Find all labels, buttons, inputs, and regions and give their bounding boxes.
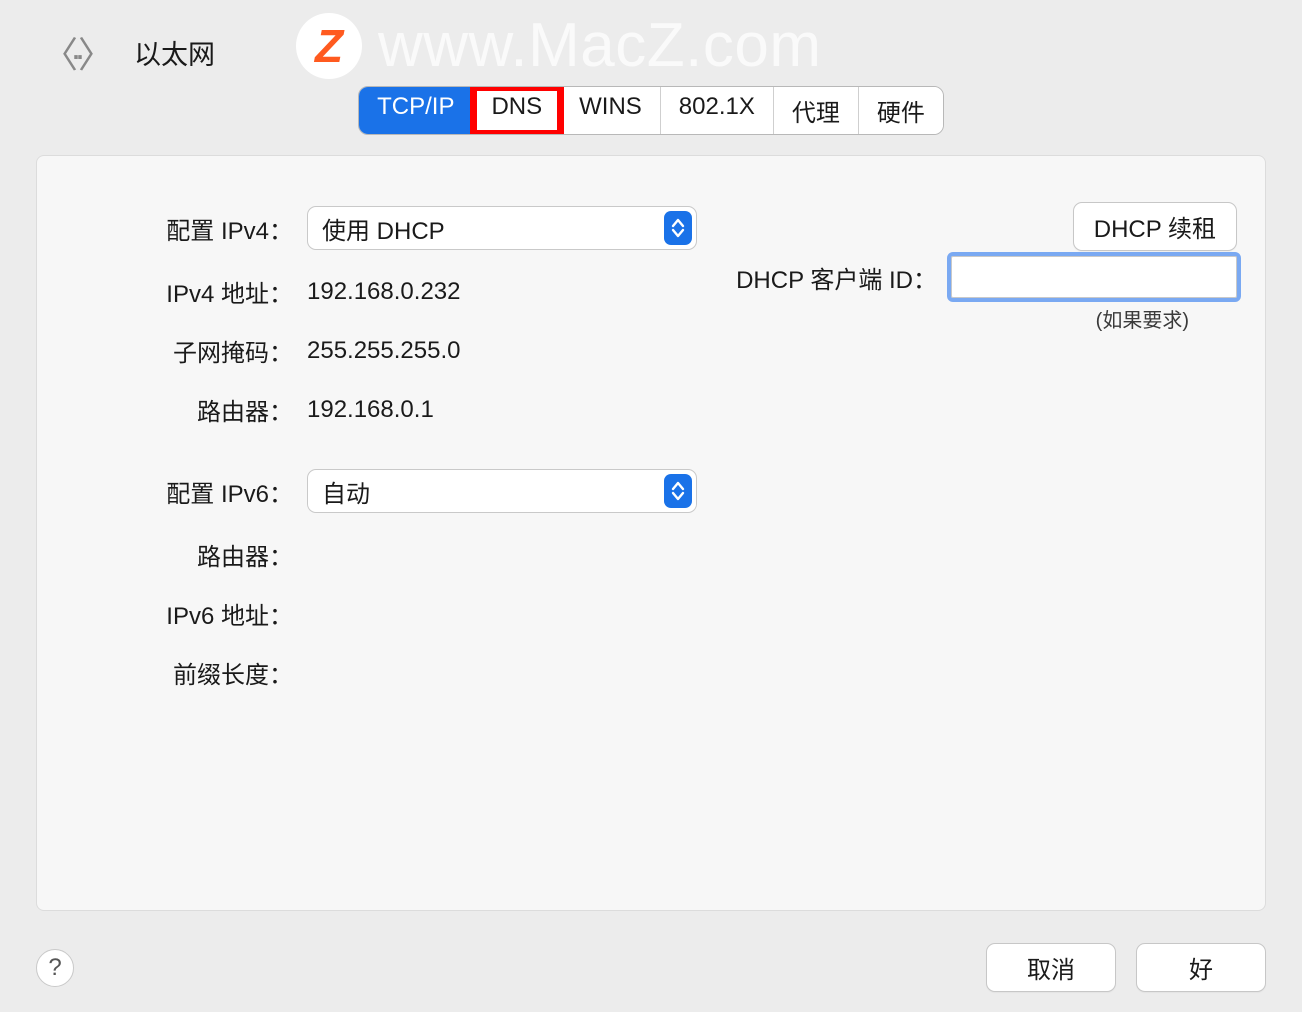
tab-label: 硬件	[877, 100, 925, 127]
ipv4-router-label: 路由器：	[67, 392, 293, 427]
tab-label: TCP/IP	[377, 93, 454, 120]
ipv4-router-value: 192.168.0.1	[307, 396, 434, 424]
dhcp-client-id-input[interactable]	[951, 256, 1237, 298]
subnet-mask-value: 255.255.255.0	[307, 337, 460, 365]
dhcp-client-id-hint: (如果要求)	[1096, 304, 1189, 333]
prefix-length-label: 前缀长度：	[67, 655, 293, 690]
configure-ipv4-select[interactable]: 使用 DHCP	[307, 206, 697, 250]
tab-tcpip[interactable]: TCP/IP	[359, 87, 473, 134]
page-title: 以太网	[134, 33, 215, 72]
settings-panel: 配置 IPv4： 使用 DHCP IPv4 地址： 192.168.0.232 …	[36, 155, 1266, 911]
ok-button[interactable]: 好	[1136, 943, 1266, 992]
configure-ipv4-label: 配置 IPv4：	[67, 211, 293, 246]
chevron-up-down-icon	[664, 474, 692, 508]
tab-label: 代理	[792, 100, 840, 127]
configure-ipv6-select[interactable]: 自动	[307, 469, 697, 513]
dhcp-renew-label: DHCP 续租	[1094, 209, 1216, 244]
tab-proxy[interactable]: 代理	[774, 87, 859, 134]
tab-label: DNS	[491, 93, 542, 120]
tab-label: WINS	[579, 93, 642, 120]
configure-ipv4-value: 使用 DHCP	[322, 211, 656, 246]
configure-ipv6-value: 自动	[322, 474, 656, 509]
tab-dns[interactable]: DNS	[473, 87, 561, 134]
cancel-button[interactable]: 取消	[986, 943, 1116, 992]
chevron-up-down-icon	[664, 211, 692, 245]
subnet-mask-label: 子网掩码：	[67, 333, 293, 368]
ipv6-router-label: 路由器：	[67, 537, 293, 572]
tab-label: 802.1X	[679, 93, 755, 120]
tab-8021x[interactable]: 802.1X	[661, 87, 774, 134]
back-icon[interactable]: 〈··〉	[42, 26, 106, 78]
ipv4-address-label: IPv4 地址：	[67, 274, 293, 309]
tab-hardware[interactable]: 硬件	[859, 87, 943, 134]
ok-label: 好	[1189, 950, 1213, 985]
ipv6-address-label: IPv6 地址：	[67, 596, 293, 631]
help-icon: ?	[48, 954, 61, 982]
dhcp-client-id-label: DHCP 客户端 ID：	[736, 260, 937, 295]
ipv4-address-value: 192.168.0.232	[307, 278, 460, 306]
tabs: TCP/IP DNS WINS 802.1X 代理 硬件	[358, 86, 944, 135]
cancel-label: 取消	[1027, 950, 1075, 985]
configure-ipv6-label: 配置 IPv6：	[67, 474, 293, 509]
tab-wins[interactable]: WINS	[561, 87, 661, 134]
help-button[interactable]: ?	[36, 949, 74, 987]
dhcp-renew-button[interactable]: DHCP 续租	[1073, 202, 1237, 251]
